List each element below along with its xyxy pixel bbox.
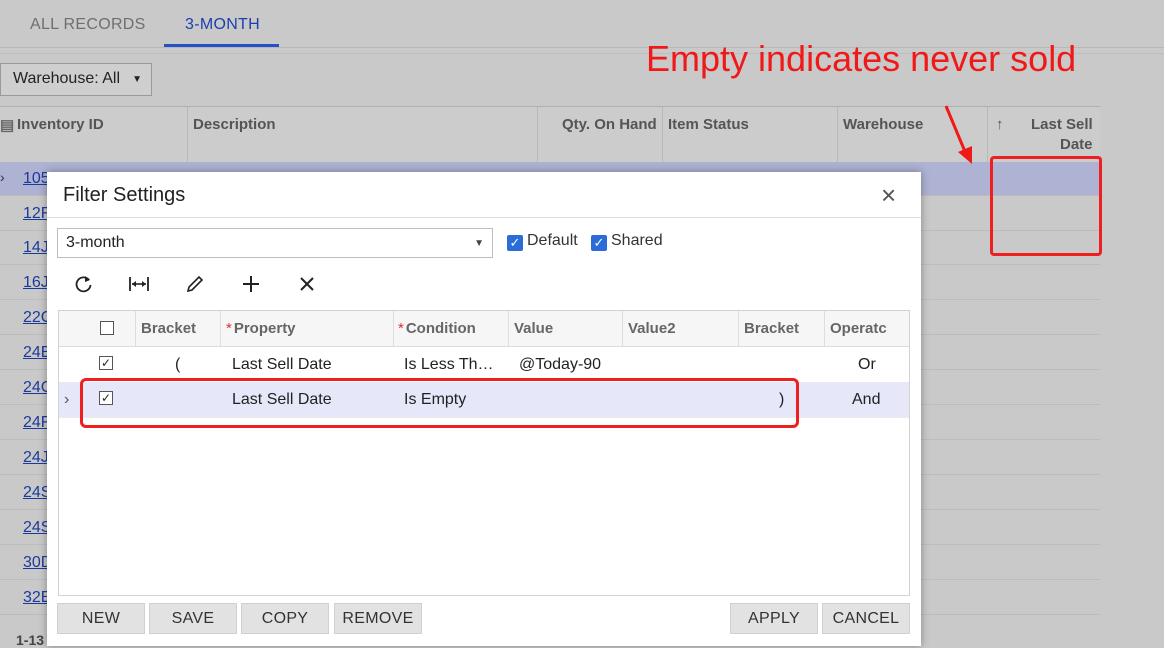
divider [47,217,921,218]
grid-row-selector-icon: ▤ [0,117,15,134]
col-divider [987,107,988,162]
required-mark: * [226,320,232,337]
current-row-chevron-icon: › [64,391,70,408]
col-divider [187,107,188,162]
filter-table-header: Bracket * Property * Condition Value Value… [59,311,909,347]
add-icon[interactable] [237,270,265,298]
col-qty-on-hand[interactable]: Qty. On Hand [562,116,657,133]
col-divider [537,107,538,162]
refresh-icon[interactable] [70,270,98,298]
remove-button[interactable]: REMOVE [334,603,422,634]
col-operator: Operatc [830,320,887,337]
col-divider [393,311,394,346]
tab-3-month[interactable]: 3-MONTH [185,16,260,34]
cell-operator[interactable]: And [852,391,880,409]
col-property-label: Property [233,320,296,337]
filter-conditions-table: Bracket * Property * Condition Value Value… [58,310,910,596]
col-divider [738,311,739,346]
tab-all-records[interactable]: ALL RECORDS [30,16,146,34]
required-mark: * [398,320,404,337]
checkmark-icon: ✓ [507,235,523,251]
filter-name-select[interactable]: 3-month ▼ [57,228,493,258]
col-last-sell-date[interactable]: Last Sell [1031,116,1093,133]
cell-property[interactable]: Last Sell Date [232,356,332,374]
col-property: * Property [226,320,296,337]
inventory-id-link[interactable]: 14J [23,239,49,257]
edit-icon[interactable] [181,270,209,298]
col-value: Value [514,320,554,337]
col-divider [622,311,623,346]
fit-columns-icon[interactable] [125,270,153,298]
col-condition: * Condition [398,320,476,337]
current-row-chevron-icon: › [0,169,5,185]
save-button[interactable]: SAVE [149,603,237,634]
col-divider [135,311,136,346]
row-checkbox[interactable]: ✓ [99,356,113,370]
default-label: Default [527,232,578,249]
annotation-box-is-empty-row [80,378,799,428]
new-button[interactable]: NEW [57,603,145,634]
sort-asc-icon[interactable]: ↑ [996,116,1004,133]
inventory-id-link[interactable]: 16J [23,274,49,292]
shared-label: Shared [611,232,663,249]
annotation-arrow-icon [944,105,972,164]
copy-button[interactable]: COPY [241,603,329,634]
caret-down-icon: ▼ [474,238,484,249]
caret-down-icon: ▼ [132,74,142,85]
col-divider [220,311,221,346]
checkmark-icon: ✓ [591,235,607,251]
col-item-status[interactable]: Item Status [668,116,749,133]
col-description[interactable]: Description [193,116,276,133]
warehouse-select-value: Warehouse: All [13,70,121,87]
cancel-button[interactable]: CANCEL [822,603,910,634]
col-divider [824,311,825,346]
active-tab-indicator [164,44,279,47]
cell-bracket-open[interactable]: ( [175,356,180,374]
col-warehouse[interactable]: Warehouse [843,116,923,133]
grid-header: ▤ Inventory ID Description Qty. On Hand … [0,106,1100,163]
cell-condition[interactable]: Is Less Th… [404,356,494,374]
apply-button[interactable]: APPLY [730,603,818,634]
delete-icon[interactable] [293,270,321,298]
shared-checkbox[interactable]: ✓ Shared [591,232,663,251]
col-bracket-open: Bracket [141,320,197,337]
inventory-id-link[interactable]: 24J [23,449,49,467]
col-last-sell-date-line2: Date [1060,136,1093,153]
annotation-text: Empty indicates never sold [646,38,1077,79]
cell-value[interactable]: @Today-90 [519,356,601,374]
col-divider [508,311,509,346]
dialog-title: Filter Settings [63,184,186,206]
default-checkbox[interactable]: ✓ Default [507,232,578,251]
cell-operator[interactable]: Or [858,356,876,374]
select-all-checkbox[interactable] [100,321,114,335]
col-inventory-id[interactable]: Inventory ID [17,116,104,133]
warehouse-select[interactable]: Warehouse: All ▼ [0,63,152,96]
col-value2: Value2 [628,320,676,337]
close-icon[interactable]: × [881,182,896,208]
inventory-id-link[interactable]: 105 [23,170,50,188]
col-divider [662,107,663,162]
filter-name-value: 3-month [66,234,125,251]
col-condition-label: Condition [405,320,476,337]
col-divider [837,107,838,162]
annotation-box-last-sell-date [990,156,1102,256]
col-bracket-close: Bracket [744,320,800,337]
